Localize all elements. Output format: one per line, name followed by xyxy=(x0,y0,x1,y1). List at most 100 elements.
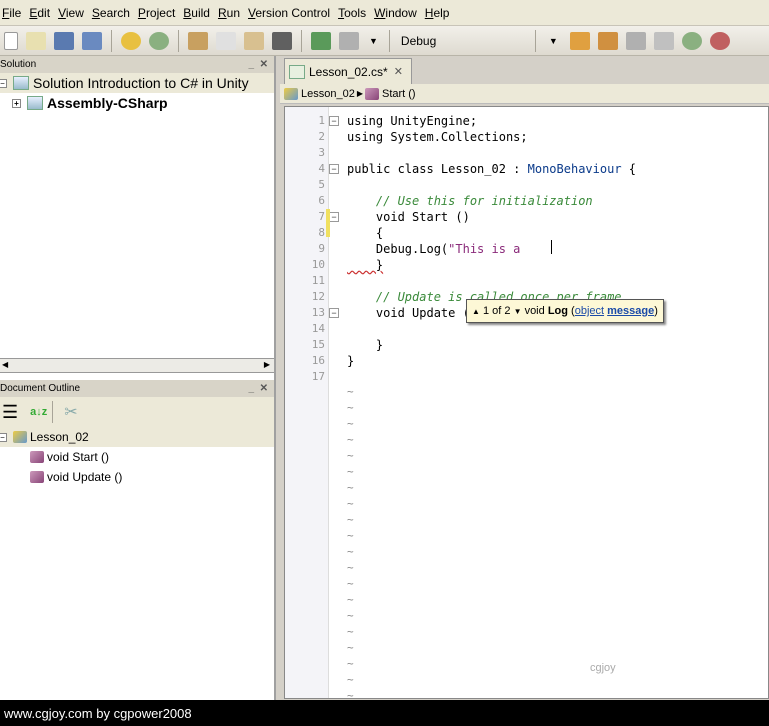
next-overload-icon[interactable]: ▼ xyxy=(514,307,522,316)
sort-alpha-icon[interactable]: a↓z xyxy=(30,406,47,418)
fold-toggle-icon[interactable]: − xyxy=(329,116,339,126)
menu-help[interactable]: Help xyxy=(423,6,456,20)
outline-class-label: Lesson_02 xyxy=(30,430,89,444)
tab-lesson-02[interactable]: Lesson_02.cs* ✕ xyxy=(284,58,412,84)
project-icon xyxy=(27,96,43,110)
copy-icon[interactable] xyxy=(216,31,236,50)
outline-member-label: void Start () xyxy=(47,450,110,464)
delete-icon[interactable] xyxy=(272,31,292,50)
menu-edit[interactable]: Edit xyxy=(27,6,56,20)
toolbar: ▼ Debug ▼ xyxy=(0,26,769,56)
fold-toggle-icon[interactable]: − xyxy=(329,308,339,318)
prev-overload-icon[interactable]: ▲ xyxy=(472,307,480,316)
save-all-icon[interactable] xyxy=(82,31,102,50)
horizontal-scrollbar[interactable]: ◀ ▶ xyxy=(0,358,274,373)
empty-line-marker: ~ xyxy=(347,577,354,590)
outline-toolbar: ☰ a↓z ✂ xyxy=(0,397,274,427)
empty-line-marker: ~ xyxy=(347,673,354,686)
fold-toggle-icon[interactable]: − xyxy=(329,164,339,174)
build-solution-icon[interactable] xyxy=(569,31,590,50)
panel-controls[interactable]: _ ✕ xyxy=(249,383,269,394)
code-line: } xyxy=(347,258,384,272)
outline-panel-header: Document Outline _ ✕ xyxy=(0,380,274,397)
empty-line-marker: ~ xyxy=(347,433,354,446)
code-editor[interactable]: 1− using UnityEngine; 2 using System.Collec… xyxy=(284,106,769,702)
project-item[interactable]: + Assembly-CSharp xyxy=(0,93,274,113)
menu-build[interactable]: Build xyxy=(181,6,216,20)
build-icon[interactable] xyxy=(311,31,331,50)
menu-project[interactable]: Project xyxy=(136,6,181,20)
menu-window[interactable]: Window xyxy=(372,6,423,20)
new-file-icon[interactable] xyxy=(4,31,18,50)
line-number: 12 xyxy=(311,290,325,303)
separator xyxy=(301,29,302,52)
project-label: Assembly-CSharp xyxy=(47,95,168,111)
empty-line-marker: ~ xyxy=(347,385,354,398)
line-number: 1 xyxy=(318,114,325,127)
code-line: using UnityEngine; xyxy=(347,114,478,128)
method-name: Log xyxy=(547,305,568,317)
paste-icon[interactable] xyxy=(244,31,264,50)
rebuild-solution-icon[interactable] xyxy=(597,31,618,50)
tab-bar: Lesson_02.cs* ✕ xyxy=(280,56,769,84)
solution-panel-header: Solution _ ✕ xyxy=(0,56,274,73)
run-icon[interactable] xyxy=(339,31,359,50)
line-number: 4 xyxy=(318,162,325,175)
redo-icon[interactable] xyxy=(149,31,169,50)
outline-panel-title: Document Outline xyxy=(0,383,81,394)
line-number: 5 xyxy=(318,178,325,191)
menu-version-control[interactable]: Version Control xyxy=(246,6,336,20)
close-tab-icon[interactable]: ✕ xyxy=(394,65,403,78)
empty-line-marker: ~ xyxy=(347,609,354,622)
empty-line-marker: ~ xyxy=(347,641,354,654)
footer-caption: www.cgjoy.com by cgpower2008 xyxy=(0,700,769,726)
watermark-logo: cgjoy xyxy=(590,662,616,674)
breadcrumb-class[interactable]: Lesson_02 xyxy=(301,88,355,100)
menu-file[interactable]: File xyxy=(0,6,27,20)
solution-panel-title: Solution xyxy=(0,59,37,70)
line-number: 9 xyxy=(318,242,325,255)
solution-root-item[interactable]: − Solution Introduction to C# in Unity xyxy=(0,73,274,93)
outline-member-item[interactable]: void Update () xyxy=(0,467,274,487)
fold-toggle-icon[interactable]: − xyxy=(329,212,339,222)
open-folder-icon[interactable] xyxy=(26,31,46,50)
save-icon[interactable] xyxy=(54,31,74,50)
expand-icon[interactable]: + xyxy=(12,98,21,108)
class-icon xyxy=(13,431,27,443)
run-dropdown-icon[interactable]: ▼ xyxy=(369,36,378,46)
menu-tools[interactable]: Tools xyxy=(336,6,372,20)
list-view-icon[interactable]: ☰ xyxy=(2,402,18,423)
options-icon[interactable] xyxy=(681,31,702,50)
breadcrumb-method[interactable]: Start () xyxy=(382,88,416,100)
collapse-icon[interactable]: − xyxy=(0,432,7,442)
empty-line-marker: ~ xyxy=(347,417,354,430)
properties-icon[interactable]: ✂ xyxy=(64,402,77,422)
menu-run[interactable]: Run xyxy=(216,6,246,20)
undo-icon[interactable] xyxy=(121,31,141,50)
outline-class-item[interactable]: − Lesson_02 xyxy=(0,427,274,447)
stop-icon[interactable] xyxy=(653,31,674,50)
cancel-icon[interactable] xyxy=(709,31,730,50)
tab-label: Lesson_02.cs* xyxy=(309,64,388,79)
outline-member-item[interactable]: void Start () xyxy=(0,447,274,467)
config-dropdown-icon[interactable]: ▼ xyxy=(549,36,558,46)
empty-line-marker: ~ xyxy=(347,449,354,462)
cs-file-icon xyxy=(289,64,305,79)
param-type: object xyxy=(574,305,605,317)
code-line: public class Lesson_02 : MonoBehaviour { xyxy=(347,162,636,176)
solution-icon xyxy=(13,76,29,90)
line-number: 3 xyxy=(318,146,325,159)
empty-line-marker: ~ xyxy=(347,465,354,478)
change-marker xyxy=(326,209,330,237)
menu-search[interactable]: Search xyxy=(90,6,136,20)
panel-controls[interactable]: _ ✕ xyxy=(249,59,269,70)
attach-icon[interactable] xyxy=(625,31,646,50)
cut-icon[interactable] xyxy=(188,31,208,50)
collapse-icon[interactable]: − xyxy=(0,78,7,88)
line-number: 6 xyxy=(318,194,325,207)
left-pane: Solution _ ✕ − Solution Introduction to … xyxy=(0,56,276,700)
menu-view[interactable]: View xyxy=(56,6,90,20)
code-line: using System.Collections; xyxy=(347,130,528,144)
configuration-select[interactable]: Debug xyxy=(395,34,535,48)
text-caret xyxy=(551,240,552,254)
